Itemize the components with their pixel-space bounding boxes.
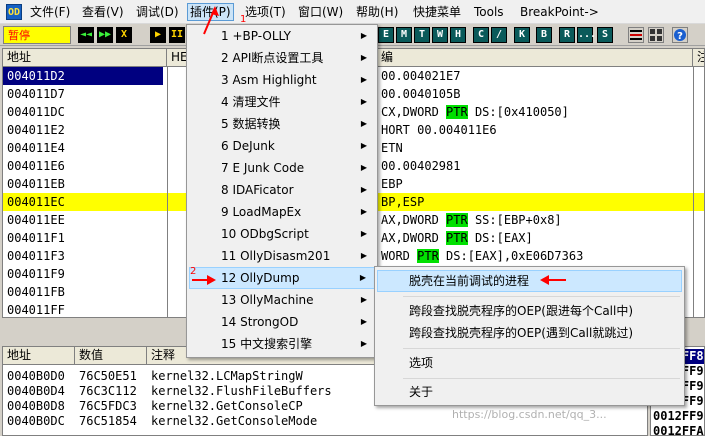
annotation-step-1: 1 [240,14,247,25]
annotation-arrow-3 [540,275,566,285]
annotation-arrow-1 [203,6,219,35]
annotation-step-2: 2 [190,266,197,277]
watermark: https://blog.csdn.net/qq_3... [452,408,607,421]
annotation-overlay [192,6,566,285]
